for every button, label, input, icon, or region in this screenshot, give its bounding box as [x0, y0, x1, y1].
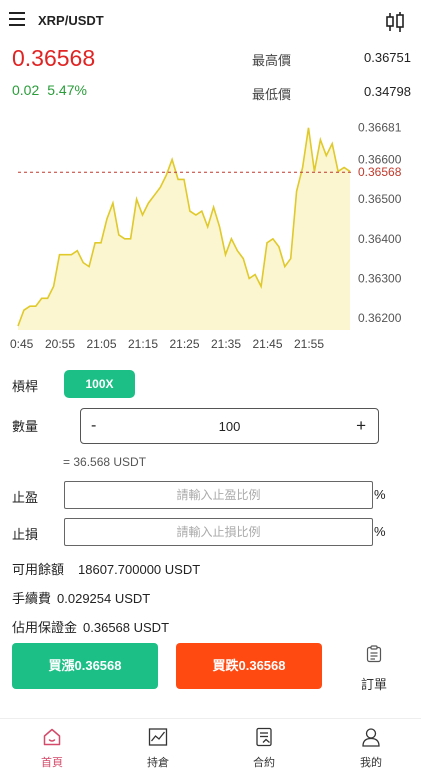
- x-tick-label: 21:35: [211, 337, 241, 351]
- orders-icon: [366, 645, 382, 663]
- price-change: 0.02 5.47%: [12, 82, 95, 98]
- x-tick-label: 21:15: [128, 337, 158, 351]
- orders-label: 訂單: [360, 677, 387, 692]
- leverage-button[interactable]: 100X: [64, 370, 135, 398]
- x-tick-label: 20:55: [45, 337, 75, 351]
- contract-document-icon: [256, 727, 272, 747]
- home-icon: [43, 728, 61, 746]
- x-tick-label: 21:45: [252, 337, 282, 351]
- nav-item-contract[interactable]: 合約: [234, 727, 294, 770]
- y-tick-label: 0.36400: [358, 232, 402, 246]
- y-tick-label: 0.36200: [358, 311, 402, 325]
- available-balance-label: 可用餘額: [12, 562, 65, 577]
- take-profit-label: 止盈: [12, 490, 39, 505]
- quantity-value[interactable]: 100: [121, 419, 338, 434]
- margin-label: 佔用保證金: [12, 620, 78, 635]
- take-profit-percent-sign: %: [374, 487, 386, 502]
- x-tick-label: 21:55: [294, 337, 324, 351]
- margin-info: 佔用保證金 0.36568 USDT: [12, 617, 169, 636]
- quantity-decrement-button[interactable]: -: [91, 417, 96, 435]
- nav-item-positions[interactable]: 持倉: [128, 727, 188, 770]
- nav-item-positions-label: 持倉: [147, 757, 169, 769]
- hamburger-menu-icon[interactable]: [9, 12, 25, 27]
- bottom-nav: 首頁 持倉 合約 我的: [0, 718, 421, 775]
- low-value: 0.34798: [364, 84, 411, 99]
- low-label: 最低價: [252, 87, 292, 102]
- y-tick-label: 0.36681: [358, 120, 402, 134]
- high-value: 0.36751: [364, 50, 411, 65]
- margin-value: 0.36568 USDT: [83, 620, 170, 635]
- change-amount: 0.02: [12, 82, 40, 98]
- nav-item-profile[interactable]: 我的: [341, 727, 401, 770]
- quantity-stepper: - 100 +: [80, 408, 379, 444]
- user-icon: [362, 728, 380, 747]
- nav-item-home[interactable]: 首頁: [22, 727, 82, 770]
- stop-loss-label: 止損: [12, 527, 39, 542]
- quantity-equivalent: = 36.568 USDT: [63, 455, 147, 469]
- fee-label: 手續費: [12, 591, 52, 606]
- stop-loss-input[interactable]: [64, 518, 373, 546]
- quantity-label: 數量: [12, 419, 39, 434]
- available-balance-value: 18607.700000 USDT: [78, 562, 201, 577]
- fee-value: 0.029254 USDT: [57, 591, 151, 606]
- nav-item-profile-label: 我的: [360, 757, 382, 769]
- price-area-chart: 0.366810.366000.365000.364000.363000.362…: [10, 120, 402, 351]
- x-tick-label: 21:05: [86, 337, 116, 351]
- chart-trend-icon: [148, 728, 168, 746]
- nav-item-home-label: 首頁: [41, 757, 63, 769]
- buy-down-button[interactable]: 買跌0.36568: [176, 643, 322, 689]
- stop-loss-percent-sign: %: [374, 524, 386, 539]
- leverage-label: 槓桿: [12, 379, 39, 394]
- current-price: 0.36568: [12, 45, 96, 71]
- x-tick-label: 21:25: [169, 337, 199, 351]
- orders-button[interactable]: 訂單: [352, 645, 396, 692]
- nav-item-contract-label: 合約: [253, 757, 275, 769]
- take-profit-input[interactable]: [64, 481, 373, 509]
- x-tick-label: 0:45: [10, 337, 34, 351]
- quantity-increment-button[interactable]: +: [356, 416, 366, 436]
- candlestick-icon[interactable]: [384, 11, 406, 33]
- fee-info: 手續費 0.029254 USDT: [12, 588, 150, 607]
- y-tick-label: 0.36300: [358, 271, 402, 285]
- high-label: 最高價: [252, 53, 292, 68]
- y-tick-label: 0.36500: [358, 192, 402, 206]
- buy-up-button[interactable]: 買漲0.36568: [12, 643, 158, 689]
- current-price-label: 0.36568: [358, 165, 402, 179]
- available-balance: 可用餘額 18607.700000 USDT: [12, 559, 200, 578]
- pair-title: XRP/USDT: [38, 13, 104, 28]
- change-percent: 5.47%: [47, 82, 87, 98]
- header-bar: XRP/USDT: [0, 0, 421, 42]
- chart-area-fill: [18, 127, 350, 330]
